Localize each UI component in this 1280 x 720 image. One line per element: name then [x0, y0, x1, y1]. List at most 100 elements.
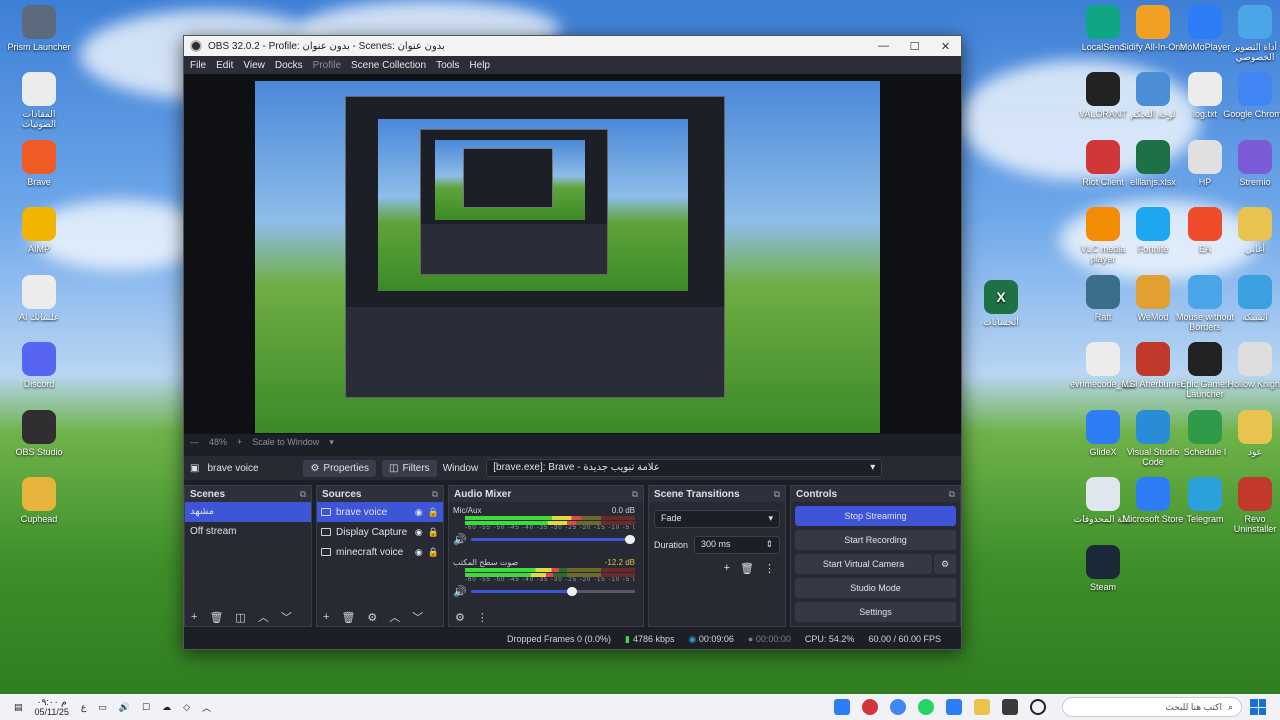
speaker-icon[interactable]: 🔊: [453, 585, 467, 598]
add-icon[interactable]: +: [191, 611, 197, 623]
more-icon[interactable]: ⋮: [477, 611, 488, 624]
scene-item[interactable]: Off stream: [185, 522, 311, 542]
desktop-icon-accounts[interactable]: X الحسابات: [968, 280, 1034, 327]
window-select[interactable]: [brave.exe]: Brave - علامة تبويب جديدة ▾: [486, 459, 883, 477]
settings-button[interactable]: Settings: [795, 602, 956, 622]
lock-icon[interactable]: 🔒: [428, 547, 439, 558]
app-icon[interactable]: [862, 699, 878, 715]
notification-icon[interactable]: ▤: [14, 702, 23, 713]
desktop-icon[interactable]: AIMP: [6, 207, 72, 254]
mixer-settings-icon[interactable]: ⚙: [455, 611, 465, 624]
windows-start-icon[interactable]: [1250, 699, 1266, 715]
preview-area[interactable]: [184, 74, 961, 434]
eye-icon[interactable]: ◉: [415, 527, 423, 538]
zoom-in-button[interactable]: +: [237, 437, 242, 447]
eye-icon[interactable]: ◉: [415, 547, 423, 558]
desktop-icon[interactable]: Prism Launcher: [6, 5, 72, 52]
desktop-icon[interactable]: Discord: [6, 342, 72, 389]
trash-icon[interactable]: 🗑: [740, 562, 754, 575]
eye-icon[interactable]: ◉: [415, 507, 423, 518]
zoom-out-button[interactable]: —: [190, 437, 199, 447]
desktop-icon[interactable]: Google Chrome: [1222, 72, 1280, 119]
network-icon[interactable]: ☐: [142, 702, 150, 713]
desktop-icon[interactable]: أغاني: [1222, 207, 1280, 254]
move-down-icon[interactable]: ﹀: [412, 609, 423, 625]
maximize-button[interactable]: ☐: [899, 40, 930, 53]
start-recording-button[interactable]: Start Recording: [795, 530, 956, 550]
chevron-up-icon[interactable]: ︿: [202, 701, 211, 714]
menu-scene-collection[interactable]: Scene Collection: [351, 60, 426, 71]
menu-docks[interactable]: Docks: [275, 60, 303, 71]
scene-item[interactable]: مشهد: [185, 502, 311, 522]
menu-help[interactable]: Help: [469, 60, 490, 71]
close-button[interactable]: ✕: [930, 40, 961, 53]
volume-slider[interactable]: [470, 587, 635, 596]
tray-app-icon[interactable]: ◇: [183, 702, 190, 713]
desktop-icon[interactable]: Revo Uninstaller: [1222, 477, 1280, 534]
gear-icon[interactable]: ⚙: [934, 554, 956, 574]
lock-icon[interactable]: 🔒: [428, 507, 439, 518]
desktop-icon[interactable]: أداة التصوير الخصوصي: [1222, 5, 1280, 62]
studio-mode-button[interactable]: Studio Mode: [795, 578, 956, 598]
chevron-down-icon[interactable]: ▾: [329, 437, 334, 448]
menu-file[interactable]: File: [190, 60, 206, 71]
trash-icon[interactable]: 🗑: [341, 611, 355, 624]
chrome-icon[interactable]: [890, 699, 906, 715]
task-view-icon[interactable]: [1002, 699, 1018, 715]
gear-icon[interactable]: ⚙: [367, 611, 377, 624]
desktop-icon[interactable]: AI علشانك: [6, 275, 72, 322]
battery-icon[interactable]: ▭: [98, 702, 107, 713]
scenes-dock: Scenes ⧉ مشهد Off stream + 🗑 ◫ ︿ ﹀: [184, 485, 312, 627]
move-down-icon[interactable]: ﹀: [281, 609, 292, 625]
speaker-icon[interactable]: 🔊: [453, 533, 467, 546]
channel-name: Mic/Aux: [453, 506, 482, 515]
source-item[interactable]: minecraft voice ◉ 🔒: [317, 542, 443, 562]
more-icon[interactable]: ⋮: [764, 562, 775, 575]
language-icon[interactable]: ع: [81, 702, 86, 713]
undock-icon[interactable]: ⧉: [774, 489, 780, 500]
move-up-icon[interactable]: ︿: [258, 609, 269, 625]
cortana-icon[interactable]: [1030, 699, 1046, 715]
scale-mode[interactable]: Scale to Window: [252, 437, 319, 447]
store-icon[interactable]: [946, 699, 962, 715]
undock-icon[interactable]: ⧉: [300, 489, 306, 500]
stop-streaming-button[interactable]: Stop Streaming: [795, 506, 956, 526]
menu-profile[interactable]: Profile: [313, 60, 341, 71]
desktop-icon[interactable]: المقادات الصوتيات: [6, 72, 72, 129]
lock-icon[interactable]: 🔒: [428, 527, 439, 538]
menu-edit[interactable]: Edit: [216, 60, 233, 71]
menu-view[interactable]: View: [243, 60, 265, 71]
source-item[interactable]: Display Capture ◉ 🔒: [317, 522, 443, 542]
source-item[interactable]: brave voice ◉ 🔒: [317, 502, 443, 522]
filter-icon[interactable]: ◫: [235, 611, 245, 624]
desktop-icon[interactable]: Brave: [6, 140, 72, 187]
filters-button[interactable]: ◫ Filters: [382, 459, 437, 477]
properties-button[interactable]: ⚙ Properties: [303, 459, 376, 477]
transition-select[interactable]: Fade ▾: [654, 510, 780, 528]
app-icon[interactable]: [834, 699, 850, 715]
minimize-button[interactable]: —: [868, 40, 899, 53]
desktop-icon[interactable]: OBS Studio: [6, 410, 72, 457]
duration-input[interactable]: 300 ms ⇕: [694, 536, 780, 554]
folder-icon[interactable]: [974, 699, 990, 715]
desktop-icon[interactable]: Steam: [1070, 545, 1136, 592]
undock-icon[interactable]: ⧉: [432, 489, 438, 500]
undock-icon[interactable]: ⧉: [949, 489, 955, 500]
menu-tools[interactable]: Tools: [436, 60, 459, 71]
desktop-icon[interactable]: Cuphead: [6, 477, 72, 524]
add-icon[interactable]: +: [323, 611, 329, 623]
taskbar-search[interactable]: اكتب هنا للبحث ⌕: [1062, 697, 1242, 717]
whatsapp-icon[interactable]: [918, 699, 934, 715]
move-up-icon[interactable]: ︿: [389, 609, 400, 625]
onedrive-icon[interactable]: ☁: [162, 702, 171, 713]
desktop-icon[interactable]: Hollow Knight: [1222, 342, 1280, 389]
desktop-icon[interactable]: عود: [1222, 410, 1280, 457]
start-virtual-camera-button[interactable]: Start Virtual Camera: [795, 554, 932, 574]
undock-icon[interactable]: ⧉: [632, 489, 638, 500]
volume-slider[interactable]: [470, 535, 635, 544]
desktop-icon[interactable]: الشبكة: [1222, 275, 1280, 322]
trash-icon[interactable]: 🗑: [209, 611, 223, 624]
volume-icon[interactable]: 🔊: [119, 702, 130, 713]
add-icon[interactable]: +: [724, 562, 730, 575]
desktop-icon[interactable]: Stremio: [1222, 140, 1280, 187]
